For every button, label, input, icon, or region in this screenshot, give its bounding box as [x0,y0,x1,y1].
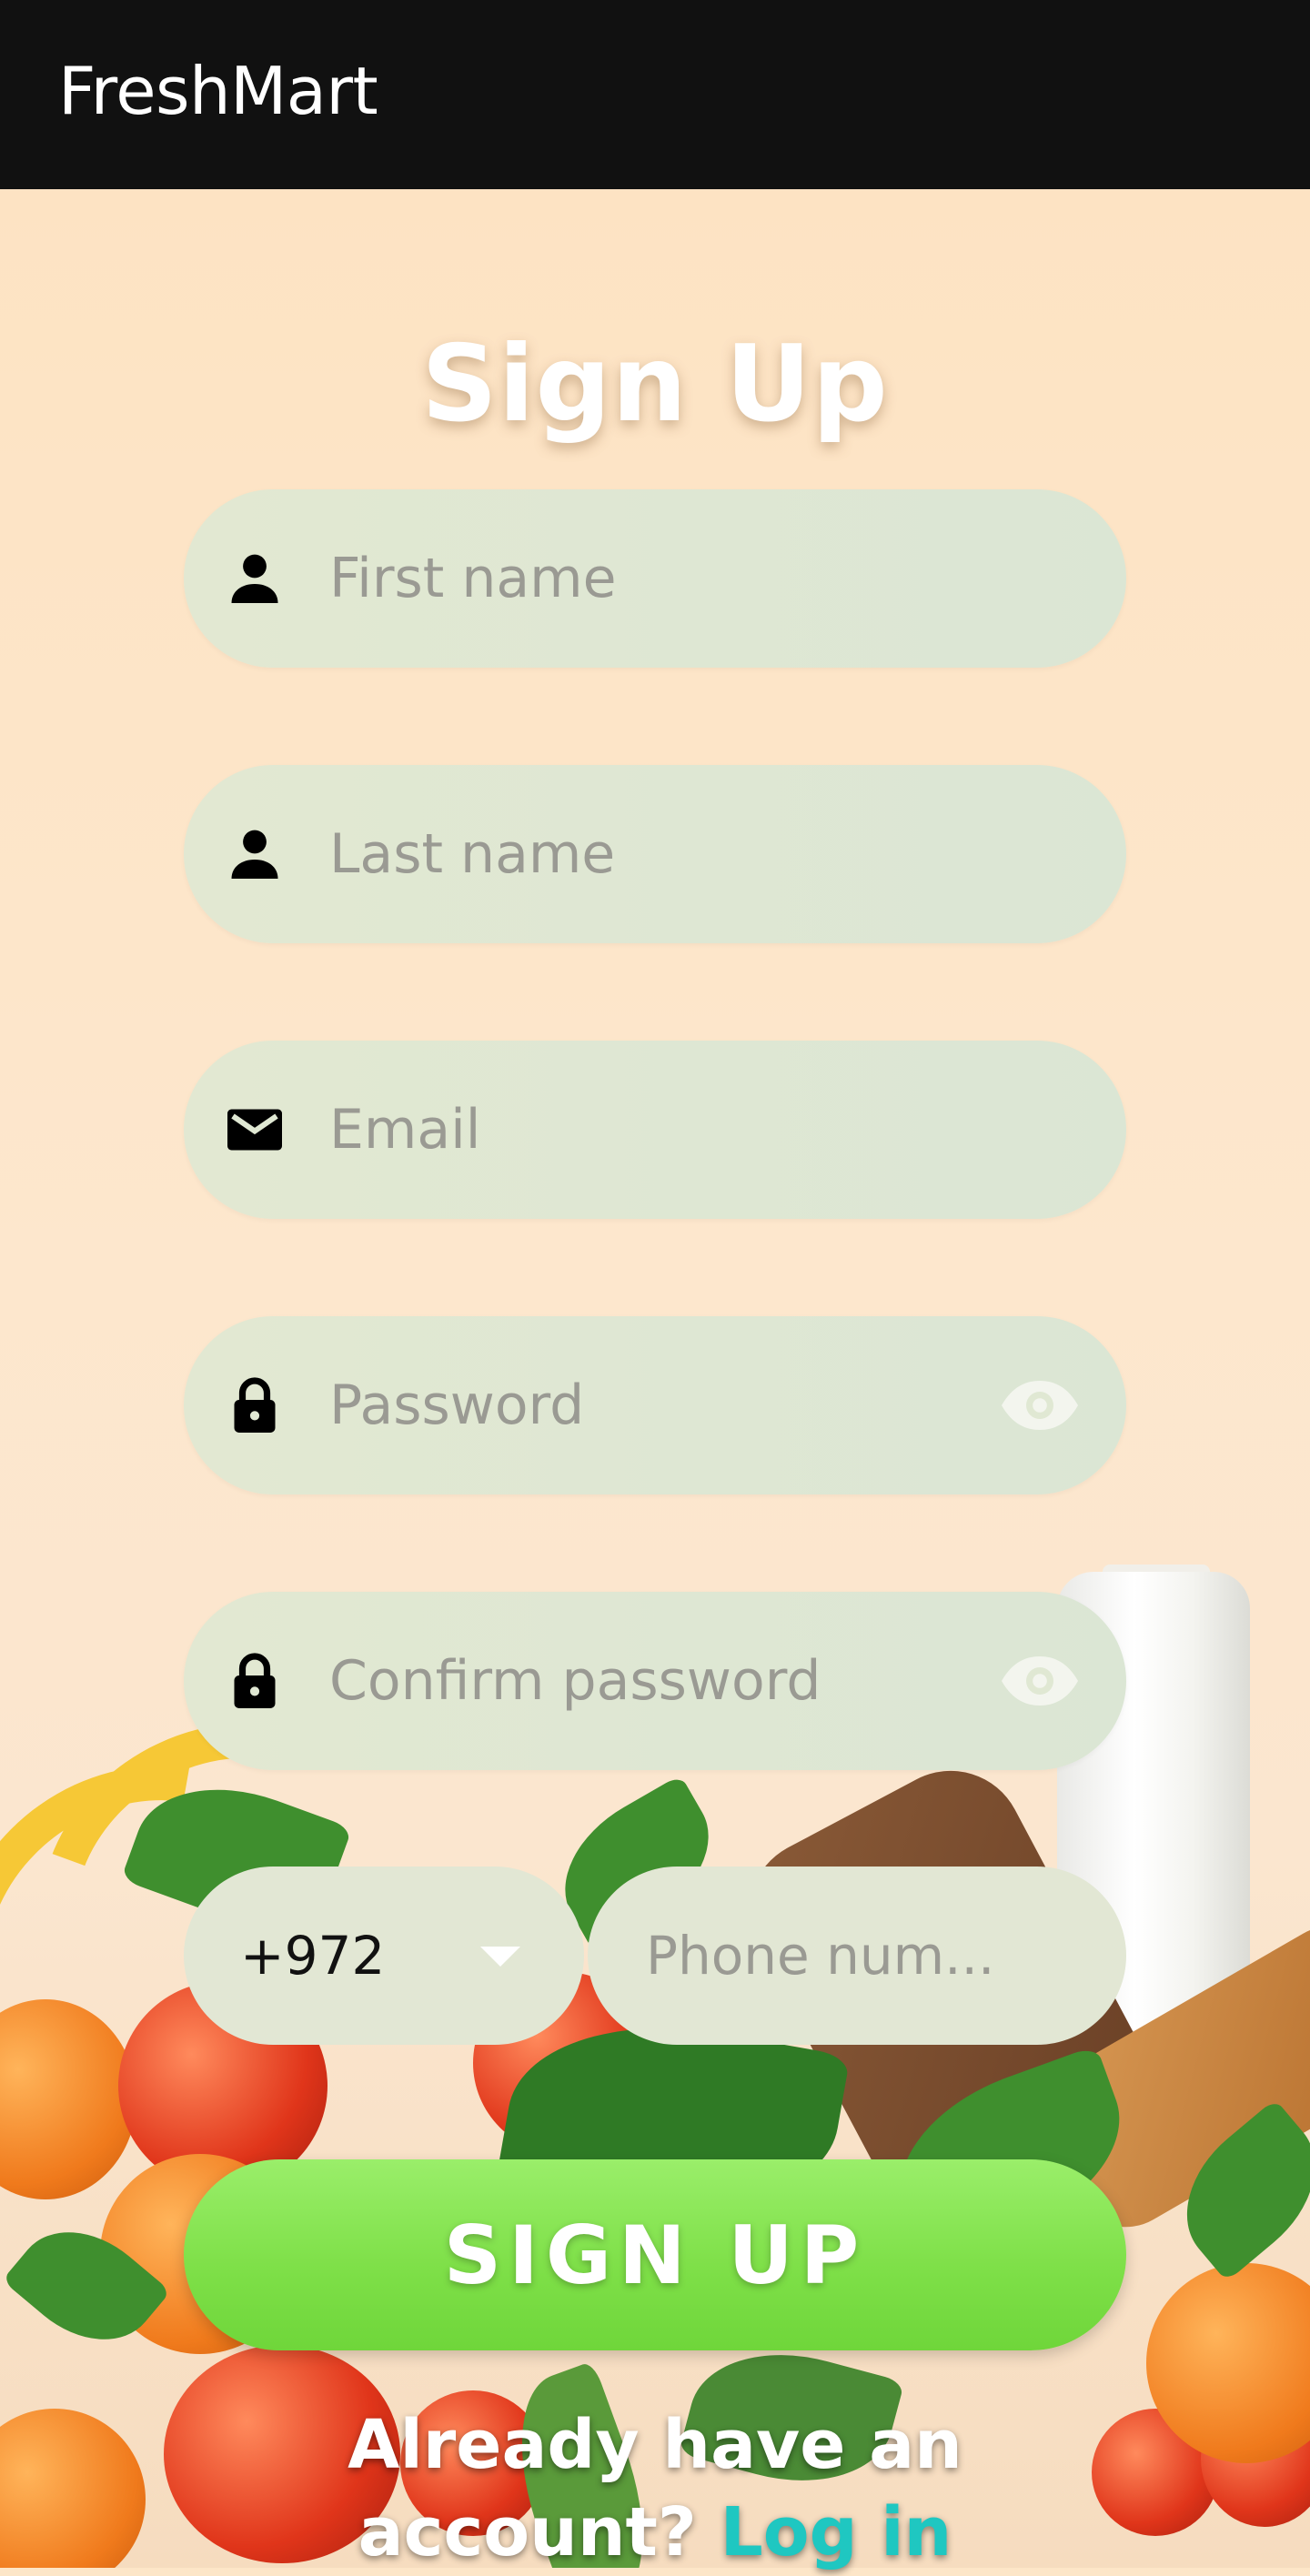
sign-up-button[interactable]: SIGN UP [184,2159,1126,2350]
login-prompt-line2: account? [358,2493,697,2571]
phone-placeholder: Phone num... [646,1925,995,1987]
mail-icon [227,1109,282,1151]
last-name-field[interactable]: Last name [184,765,1126,943]
person-icon [231,830,278,879]
login-prompt: Already have an account? Log in [0,2401,1310,2576]
first-name-placeholder: First name [329,547,617,610]
lock-icon [234,1377,276,1433]
eye-icon[interactable] [999,1378,1081,1433]
caret-down-icon [480,1947,520,1967]
login-link[interactable]: Log in [720,2493,952,2571]
first-name-field[interactable]: First name [184,489,1126,668]
confirm-password-field[interactable]: Confirm password [184,1592,1126,1770]
confirm-password-placeholder: Confirm password [329,1649,821,1713]
country-code-value: +972 [240,1925,386,1987]
person-icon [231,554,278,603]
email-field[interactable]: Email [184,1041,1126,1219]
login-prompt-line1: Already have an [348,2406,962,2484]
page-title: Sign Up [421,323,889,446]
password-placeholder: Password [329,1374,585,1437]
eye-icon[interactable] [999,1654,1081,1708]
password-field[interactable]: Password [184,1316,1126,1494]
country-code-select[interactable]: +972 [184,1867,584,2045]
last-name-placeholder: Last name [329,822,616,886]
lock-icon [234,1653,276,1708]
email-placeholder: Email [329,1098,481,1162]
app-title: FreshMart [58,53,378,129]
phone-field[interactable]: Phone num... [588,1867,1126,2045]
app-bar: FreshMart [0,0,1310,189]
